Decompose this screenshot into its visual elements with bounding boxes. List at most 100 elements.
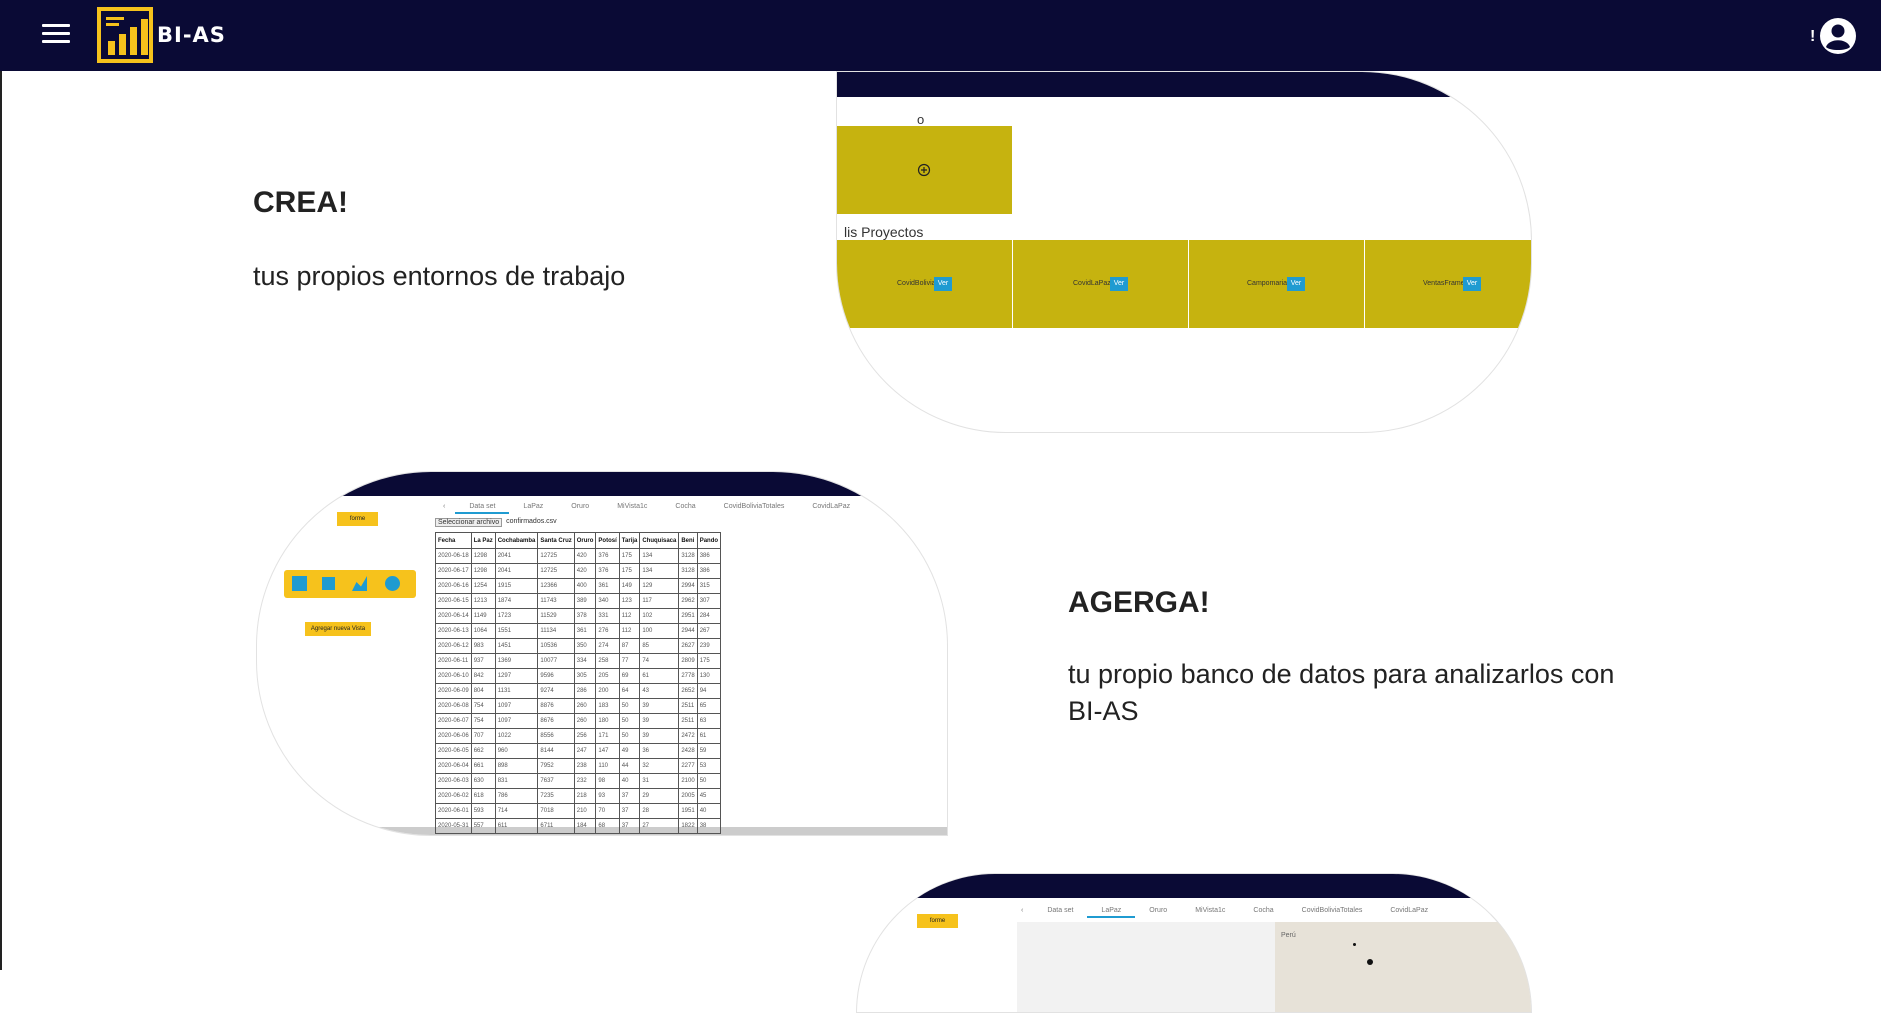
tab-mivista[interactable]: MiVista1c	[1181, 904, 1239, 918]
table-cell: 2020-06-01	[435, 803, 472, 819]
table-cell: 2100	[678, 773, 698, 789]
table-row: 2020-06-08 754 1097 8876 260 183 50 39 2511 65	[435, 698, 722, 714]
table-cell: 1213	[470, 593, 496, 609]
table-cell: 32	[639, 758, 680, 774]
project-card[interactable]: Campomaria Ver	[1189, 240, 1364, 328]
brand-name[interactable]: BI-AS	[157, 23, 226, 47]
tab-bar: ‹ Data set LaPaz Oruro MiVista1c Cocha C…	[433, 500, 864, 514]
table-cell: 112	[618, 608, 641, 624]
table-cell: 63	[696, 713, 722, 729]
tab-covid-bolivia[interactable]: CovidBoliviaTotales	[710, 500, 799, 514]
view-project-button[interactable]: Ver	[934, 277, 952, 291]
table-cell: 260	[573, 698, 597, 714]
table-header-row: Fecha La Paz Cochabamba Santa Cruz Oruro Poto…	[435, 532, 722, 549]
new-project-card[interactable]	[837, 126, 1012, 214]
table-cell: 1298	[470, 563, 496, 579]
map-marker[interactable]	[1353, 943, 1356, 946]
account-icon[interactable]	[1819, 17, 1857, 55]
table-cell: 2020-06-16	[435, 578, 472, 594]
tab-covid-lapaz[interactable]: CovidLaPaz	[1376, 904, 1442, 918]
table-cell: 2020-06-18	[435, 548, 472, 564]
table-header-cell: Fecha	[435, 532, 472, 549]
table-header-cell: Potosí	[595, 532, 620, 549]
table-cell: 1451	[494, 638, 539, 654]
user-initials: Jo	[1463, 883, 1471, 890]
add-view-button[interactable]: Agregar nueva Vista	[305, 622, 371, 636]
view-project-button[interactable]: Ver	[1110, 277, 1128, 291]
table-cell: 210	[573, 803, 597, 819]
table-row: 2020-06-03 630 831 7637 232 98 40 31 2100 50	[435, 773, 722, 789]
table-cell: 1551	[494, 623, 539, 639]
tab-covid-lapaz[interactable]: CovidLaPaz	[798, 500, 864, 514]
tab-cocha[interactable]: Cocha	[661, 500, 709, 514]
informe-button[interactable]: forme	[337, 512, 378, 526]
table-cell: 200	[595, 683, 620, 699]
map-marker[interactable]	[1367, 959, 1373, 965]
table-cell: 44	[618, 758, 641, 774]
table-cell: 593	[470, 803, 496, 819]
table-cell: 43	[639, 683, 680, 699]
table-cell: 11529	[537, 608, 575, 624]
tab-mivista[interactable]: MiVista1c	[603, 500, 661, 514]
table-cell: 2778	[678, 668, 698, 684]
table-cell: 307	[696, 593, 722, 609]
tab-cocha[interactable]: Cocha	[1239, 904, 1287, 918]
table-cell: 184	[573, 818, 597, 834]
tab-oruro[interactable]: Oruro	[1135, 904, 1181, 918]
table-cell: 53	[696, 758, 722, 774]
table-cell: 842	[470, 668, 496, 684]
table-cell: 1149	[470, 608, 496, 624]
project-card[interactable]: CovidLaPaz Ver	[1013, 240, 1188, 328]
tab-oruro[interactable]: Oruro	[557, 500, 603, 514]
table-cell: 8144	[537, 743, 575, 759]
table-cell: 61	[696, 728, 722, 744]
table-cell: 662	[470, 743, 496, 759]
table-cell: 2994	[678, 578, 698, 594]
table-cell: 112	[618, 623, 641, 639]
bar-chart-icon[interactable]	[292, 576, 307, 591]
table-cell: 45	[696, 788, 722, 804]
file-picker[interactable]: Seleccionar archivo confirmados.csv	[435, 518, 557, 527]
project-card[interactable]: CovidBolivia Ver	[837, 240, 1012, 328]
tab-covid-bolivia[interactable]: CovidBoliviaTotales	[1288, 904, 1377, 918]
agrega-text: tu propio banco de datos para analizarlo…	[1068, 659, 1615, 726]
tab-lapaz[interactable]: LaPaz	[1087, 904, 1136, 918]
tab-data-set[interactable]: Data set	[1033, 904, 1087, 918]
line-chart-icon[interactable]	[352, 576, 367, 591]
table-cell: 64	[618, 683, 641, 699]
table-cell: 2020-06-11	[435, 653, 472, 669]
map-view[interactable]: Perú	[1275, 922, 1531, 1012]
table-cell: 284	[696, 608, 722, 624]
table-cell: 98	[595, 773, 620, 789]
table-row: 2020-06-06 707 1022 8556 256 171 50 39 2472 61	[435, 728, 722, 744]
pie-chart-icon[interactable]	[385, 576, 400, 591]
table-cell: 2944	[678, 623, 698, 639]
tab-back-icon[interactable]: ‹	[433, 500, 455, 514]
tab-data-set[interactable]: Data set	[455, 500, 510, 514]
table-cell: 754	[470, 698, 496, 714]
project-card[interactable]: VentasFrame Ver	[1365, 240, 1531, 328]
table-row: 2020-06-02 618 786 7235 218 93 37 29 2005 45	[435, 788, 722, 804]
table-cell: 87	[618, 638, 641, 654]
table-cell: 2652	[678, 683, 698, 699]
table-cell: 420	[573, 548, 597, 564]
grid-icon[interactable]	[319, 574, 338, 593]
table-cell: 618	[470, 788, 496, 804]
logo-icon[interactable]	[97, 7, 153, 63]
tab-lapaz[interactable]: LaPaz	[509, 500, 557, 514]
informe-button[interactable]: forme	[917, 914, 958, 928]
table-cell: 2020-06-05	[435, 743, 472, 759]
table-cell: 1064	[470, 623, 496, 639]
table-row: 2020-06-17 1298 2041 12725 420 376 175 134 3128 3…	[435, 563, 722, 579]
table-cell: 1097	[494, 698, 539, 714]
select-file-button[interactable]: Seleccionar archivo	[435, 518, 503, 527]
view-project-button[interactable]: Ver	[1287, 277, 1305, 291]
table-row: 2020-06-07 754 1097 8676 260 180 50 39 2511 63	[435, 713, 722, 729]
table-cell: 2511	[678, 713, 698, 729]
add-circle-icon[interactable]	[917, 163, 931, 177]
tab-back-icon[interactable]: ‹	[1011, 904, 1033, 918]
view-project-button[interactable]: Ver	[1463, 277, 1481, 291]
menu-icon[interactable]	[42, 24, 70, 46]
table-cell: 611	[494, 818, 539, 834]
table-cell: 175	[618, 548, 641, 564]
